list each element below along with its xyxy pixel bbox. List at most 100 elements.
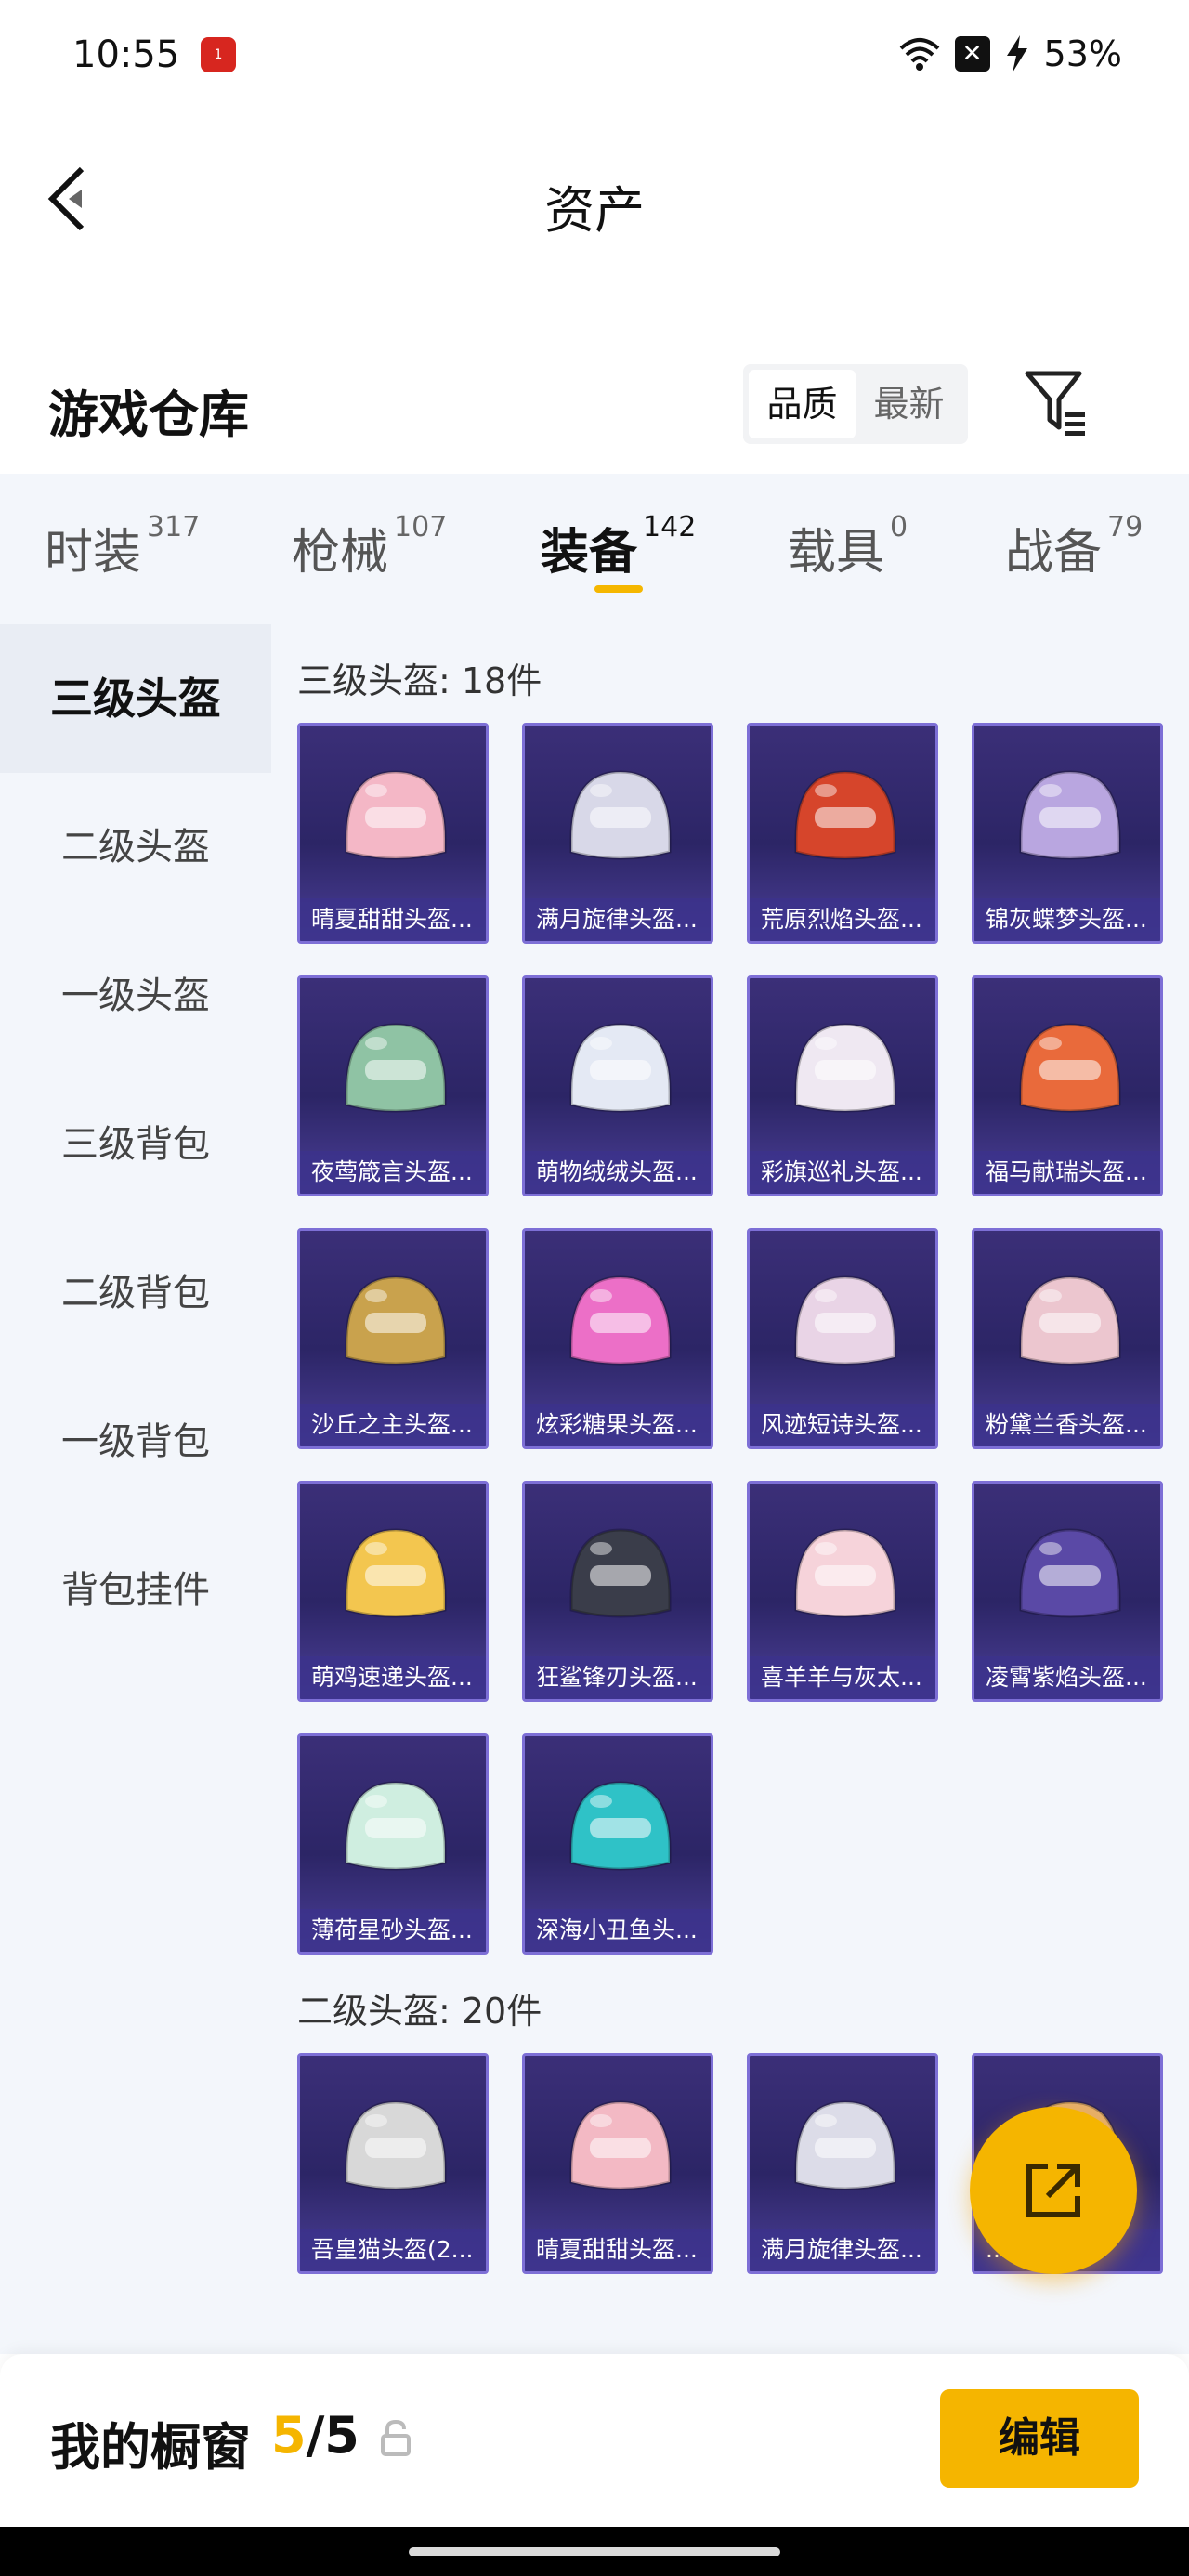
item-name: 风迹短诗头盔... — [750, 1404, 935, 1446]
tab-fashion[interactable]: 时装 317 — [45, 511, 201, 582]
tab-vehicles[interactable]: 载具 0 — [788, 511, 908, 582]
item-card[interactable]: 沙丘之主头盔... — [297, 1228, 489, 1449]
item-card[interactable]: 荒原烈焰头盔... — [747, 723, 938, 944]
helmet-icon — [345, 1275, 447, 1366]
sidebar-item-level1-helmet[interactable]: 一级头盔 — [0, 922, 271, 1070]
item-card[interactable]: 晴夏甜甜头盔... — [522, 2053, 713, 2274]
sidebar-item-level2-backpack[interactable]: 二级背包 — [0, 1219, 271, 1367]
helmet-icon — [569, 1275, 672, 1366]
no-sim-icon: ✕ — [954, 36, 990, 72]
item-name: 锦灰蝶梦头盔... — [974, 898, 1160, 941]
gesture-bar — [0, 2527, 1189, 2576]
item-name: 沙丘之主头盔... — [300, 1404, 486, 1446]
item-card[interactable]: 萌鸡速递头盔... — [297, 1481, 489, 1702]
helmet-icon — [569, 1781, 672, 1871]
item-name: 深海小丑鱼头... — [525, 1909, 711, 1952]
item-card[interactable]: 凌霄紫焰头盔... — [972, 1481, 1163, 1702]
helmet-icon — [345, 1023, 447, 1113]
item-card[interactable]: 满月旋律头盔... — [747, 2053, 938, 2274]
helmet-icon — [1019, 1528, 1121, 1618]
status-time: 10:55 — [72, 33, 180, 76]
helmet-icon — [569, 2100, 672, 2190]
item-card[interactable]: 满月旋律头盔... — [522, 723, 713, 944]
helmet-icon — [794, 2100, 896, 2190]
share-button[interactable] — [970, 2107, 1137, 2274]
helmet-icon — [794, 770, 896, 860]
charging-icon — [1006, 35, 1027, 72]
sidebar-item-level3-backpack[interactable]: 三级背包 — [0, 1070, 271, 1219]
showcase-count-current: 5 — [271, 2406, 307, 2465]
tab-label: 枪械 — [292, 525, 389, 581]
item-card[interactable]: 深海小丑鱼头... — [522, 1733, 713, 1955]
item-card[interactable]: 晴夏甜甜头盔... — [297, 723, 489, 944]
helmet-icon — [345, 770, 447, 860]
sidebar-item-backpack-charm[interactable]: 背包挂件 — [0, 1516, 271, 1665]
edit-button[interactable]: 编辑 — [940, 2389, 1139, 2488]
tab-label: 载具 — [788, 525, 885, 581]
helmet-icon — [794, 1023, 896, 1113]
item-card[interactable]: 喜羊羊与灰太... — [747, 1481, 938, 1702]
tab-guns[interactable]: 枪械 107 — [292, 511, 448, 582]
wifi-icon — [899, 38, 939, 71]
tab-equipment[interactable]: 装备 142 — [541, 511, 696, 582]
item-card[interactable]: 福马献瑞头盔... — [972, 975, 1163, 1196]
tab-count: 317 — [147, 511, 201, 543]
home-indicator[interactable] — [409, 2547, 780, 2556]
item-name: 福马献瑞头盔... — [974, 1151, 1160, 1194]
item-card[interactable]: 薄荷星砂头盔... — [297, 1733, 489, 1955]
item-grid-area: 三级头盔: 18件 二级头盔: 20件 晴夏甜甜头盔... 满月旋律头盔... 荒原… — [271, 624, 1189, 2354]
tab-count: 0 — [890, 511, 908, 543]
helmet-icon — [794, 1275, 896, 1366]
item-name: 狂鲨锋刃头盔... — [525, 1656, 711, 1699]
helmet-icon — [569, 770, 672, 860]
item-name: 喜羊羊与灰太... — [750, 1656, 935, 1699]
sort-toggle: 品质 最新 — [743, 364, 968, 444]
tab-label: 装备 — [541, 525, 638, 581]
item-name: 薄荷星砂头盔... — [300, 1909, 486, 1952]
item-name: 萌物绒绒头盔... — [525, 1151, 711, 1194]
helmet-icon — [794, 1528, 896, 1618]
item-name: 彩旗巡礼头盔... — [750, 1151, 935, 1194]
item-name: 凌霄紫焰头盔... — [974, 1656, 1160, 1699]
showcase-label: 我的橱窗 — [50, 2418, 251, 2477]
helmet-icon — [1019, 1275, 1121, 1366]
section-title: 游戏仓库 — [48, 386, 249, 444]
showcase-bar: 我的橱窗 5/5 编辑 — [0, 2354, 1189, 2527]
item-card[interactable]: 炫彩糖果头盔... — [522, 1228, 713, 1449]
item-card[interactable]: 狂鲨锋刃头盔... — [522, 1481, 713, 1702]
subcategory-sidebar: 三级头盔 二级头盔 一级头盔 三级背包 二级背包 一级背包 背包挂件 — [0, 624, 271, 2354]
item-name: 满月旋律头盔... — [750, 2229, 935, 2271]
item-card[interactable]: 彩旗巡礼头盔... — [747, 975, 938, 1196]
item-card[interactable]: 吾皇猫头盔(2... — [297, 2053, 489, 2274]
item-card[interactable]: 夜莺箴言头盔... — [297, 975, 489, 1196]
item-name: 炫彩糖果头盔... — [525, 1404, 711, 1446]
showcase-count-total: /5 — [306, 2406, 359, 2465]
item-name: 晴夏甜甜头盔... — [525, 2229, 711, 2271]
tab-count: 107 — [394, 511, 448, 543]
item-card[interactable]: 锦灰蝶梦头盔... — [972, 723, 1163, 944]
category-tabs: 时装 317 枪械 107 装备 142 载具 0 战备 79 — [0, 474, 1189, 624]
app-notification-icon: 1 — [201, 37, 236, 72]
item-card[interactable]: 粉黛兰香头盔... — [972, 1228, 1163, 1449]
sidebar-item-level1-backpack[interactable]: 一级背包 — [0, 1367, 271, 1516]
helmet-icon — [345, 2100, 447, 2190]
item-name: 荒原烈焰头盔... — [750, 898, 935, 941]
item-card[interactable]: 风迹短诗头盔... — [747, 1228, 938, 1449]
sidebar-item-level2-helmet[interactable]: 二级头盔 — [0, 773, 271, 922]
helmet-icon — [569, 1528, 672, 1618]
sort-quality-button[interactable]: 品质 — [749, 370, 856, 438]
status-bar: 10:55 1 ✕ 53% — [0, 0, 1189, 111]
item-name: 夜莺箴言头盔... — [300, 1151, 486, 1194]
tab-count: 79 — [1107, 511, 1143, 543]
sidebar-item-level3-helmet[interactable]: 三级头盔 — [0, 624, 271, 773]
filter-icon[interactable] — [1024, 366, 1089, 437]
item-name: 粉黛兰香头盔... — [974, 1404, 1160, 1446]
tab-supplies[interactable]: 战备 79 — [1005, 511, 1143, 582]
lock-icon — [381, 2419, 411, 2456]
item-card[interactable]: 萌物绒绒头盔... — [522, 975, 713, 1196]
nav-bar: 资产 — [0, 139, 1189, 260]
group-title: 二级头盔: 20件 — [297, 1991, 542, 2032]
sort-latest-button[interactable]: 最新 — [856, 370, 962, 438]
battery-percent: 53% — [1043, 33, 1122, 74]
active-tab-indicator — [594, 585, 643, 593]
